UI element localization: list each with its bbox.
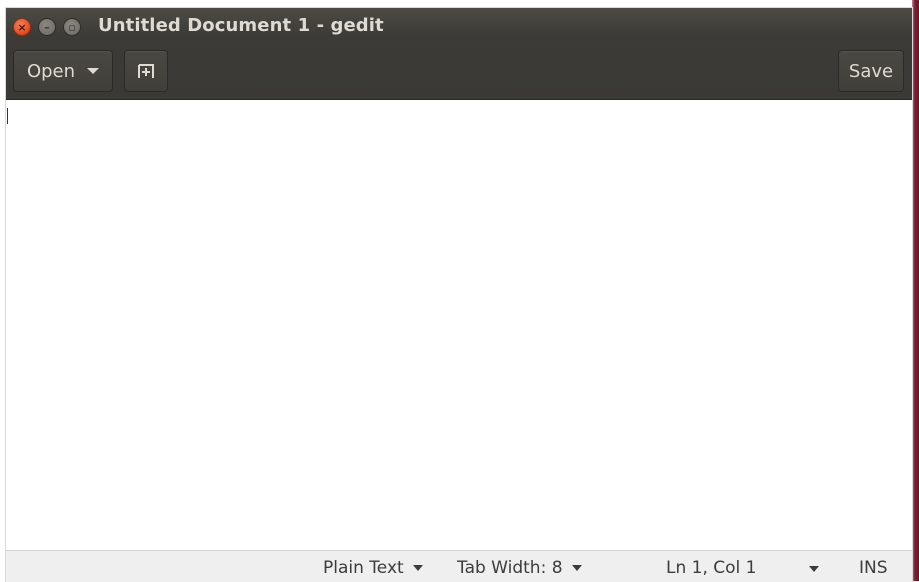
chevron-down-icon xyxy=(809,566,819,572)
close-window-button[interactable]: × xyxy=(13,18,31,36)
open-button[interactable]: Open xyxy=(13,50,113,92)
minimize-window-button[interactable]: – xyxy=(38,18,56,36)
cursor-position[interactable]: Ln 1, Col 1 xyxy=(666,558,757,578)
header-bar: × – ▫ Untitled Document 1 - gedit Open S… xyxy=(6,8,912,100)
toolbar: Open Save xyxy=(6,46,912,99)
chevron-down-icon xyxy=(571,565,582,571)
position-menu-button[interactable] xyxy=(809,566,819,572)
maximize-window-button[interactable]: ▫ xyxy=(63,18,81,36)
language-label: Plain Text xyxy=(323,558,404,578)
maximize-icon: ▫ xyxy=(68,20,76,34)
minimize-icon: – xyxy=(44,20,50,34)
title-bar[interactable]: × – ▫ Untitled Document 1 - gedit xyxy=(6,8,912,46)
window-title: Untitled Document 1 - gedit xyxy=(98,15,384,36)
open-button-label: Open xyxy=(26,60,76,82)
screen: × – ▫ Untitled Document 1 - gedit Open S… xyxy=(0,0,919,582)
tab-width-label: Tab Width: 8 xyxy=(457,558,563,578)
close-icon: × xyxy=(17,20,27,34)
new-tab-icon xyxy=(138,64,154,78)
status-bar: Plain Text Tab Width: 8 Ln 1, Col 1 INS xyxy=(6,550,912,582)
tab-width-selector[interactable]: Tab Width: 8 xyxy=(457,558,582,578)
insert-mode-label: INS xyxy=(859,558,888,578)
insert-mode-indicator[interactable]: INS xyxy=(859,558,888,578)
text-cursor xyxy=(7,108,8,124)
new-tab-button[interactable] xyxy=(124,50,168,92)
cursor-position-label: Ln 1, Col 1 xyxy=(666,558,757,578)
chevron-down-icon xyxy=(412,565,423,571)
save-button[interactable]: Save xyxy=(838,50,904,92)
chevron-down-icon xyxy=(87,68,100,74)
gedit-window: × – ▫ Untitled Document 1 - gedit Open S… xyxy=(6,8,912,582)
text-editor-area[interactable] xyxy=(6,100,912,550)
save-button-label: Save xyxy=(848,60,894,82)
language-selector[interactable]: Plain Text xyxy=(323,558,423,578)
window-edge xyxy=(912,0,919,581)
